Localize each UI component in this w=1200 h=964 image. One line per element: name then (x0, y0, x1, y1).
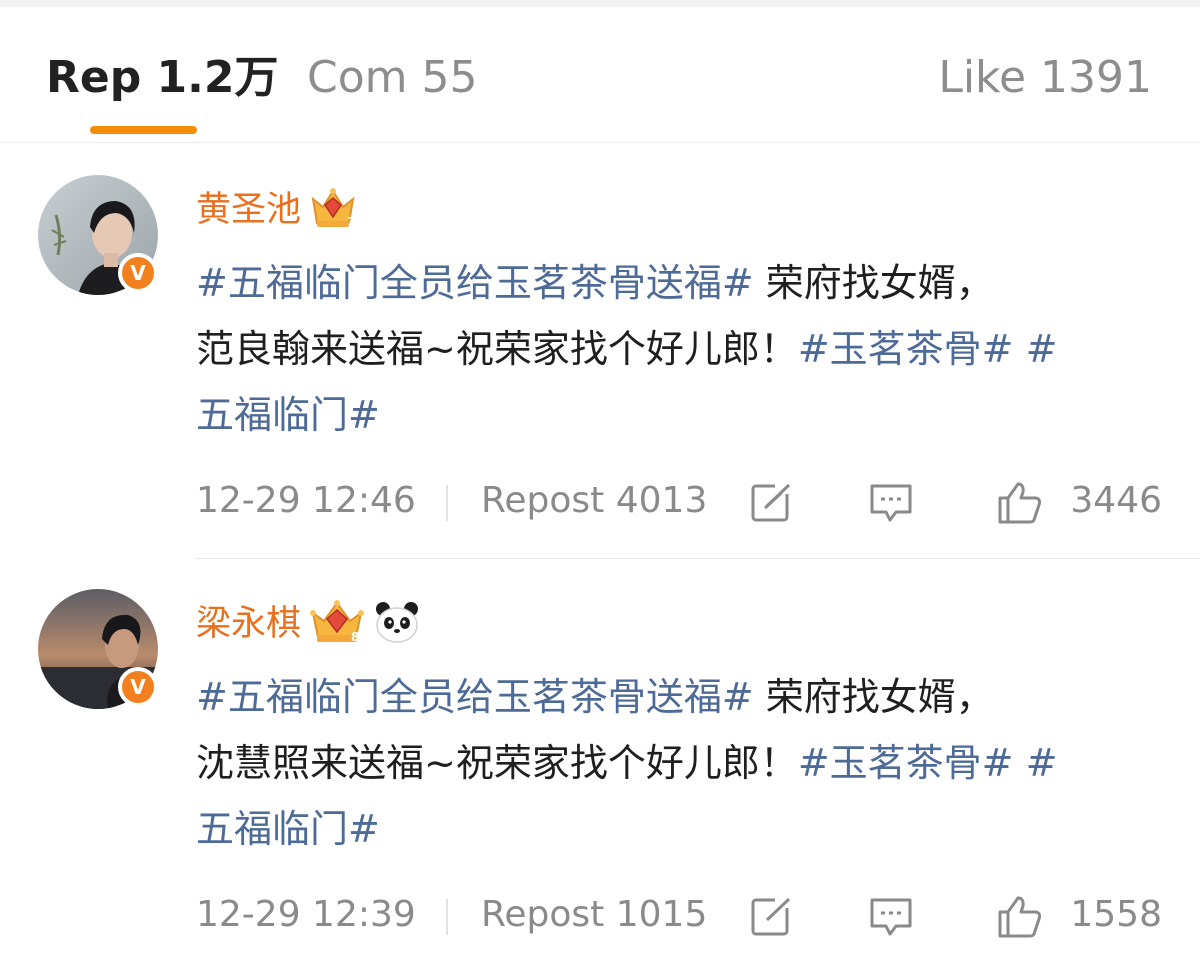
tab-comment[interactable]: Com 55 (307, 52, 477, 104)
repost-item: V 梁永棋 8 #五福临门全员给玉茗茶骨送福# 荣府找女婿， 沈慧照来送福~祝荣… (0, 559, 1200, 964)
hashtag-link[interactable]: #五福临门全员给玉茗茶骨送福# (196, 261, 754, 305)
hashtag-link[interactable]: # (1026, 741, 1058, 785)
panda-icon (373, 599, 421, 649)
crown-gem-icon: 7 (309, 185, 357, 235)
timestamp: 12-29 12:46 (196, 480, 416, 521)
svg-text:8: 8 (351, 630, 359, 644)
active-tab-indicator (90, 126, 197, 134)
post-text: 范良翰来送福~祝荣家找个好儿郎！ (196, 327, 798, 371)
repost-count[interactable]: Repost 4013 (481, 479, 707, 523)
user-row: 梁永棋 8 (196, 599, 421, 649)
timestamp: 12-29 12:39 (196, 894, 416, 935)
hashtag-link[interactable]: #玉茗茶骨# (798, 741, 1014, 785)
username[interactable]: 黄圣池 (196, 188, 301, 232)
thumbs-up-icon[interactable] (996, 894, 1042, 938)
post-meta: 12-29 12:46 Repost 4013 3446 (196, 477, 1200, 527)
username[interactable]: 梁永棋 (196, 602, 301, 646)
post-text (1014, 741, 1026, 785)
repost-count[interactable]: Repost 1015 (481, 893, 707, 937)
verified-badge: V (118, 253, 158, 293)
repost-item: V 黄圣池 7 #五福临门全员给玉茗茶骨送福# 荣府找女婿， 范良翰来送福~祝荣家… (0, 145, 1200, 558)
share-icon[interactable] (749, 894, 795, 938)
like-count: 3446 (1070, 480, 1162, 521)
tab-bar: Rep 1.2万 Com 55 Like 1391 (0, 7, 1200, 143)
hashtag-link[interactable]: #玉茗茶骨# (798, 327, 1014, 371)
tab-repost[interactable]: Rep 1.2万 (46, 52, 278, 104)
share-icon[interactable] (749, 480, 795, 524)
thumbs-up-icon[interactable] (996, 480, 1042, 524)
post-text: 荣府找女婿， (753, 675, 994, 719)
post-meta: 12-29 12:39 Repost 1015 1558 (196, 891, 1200, 941)
comment-icon[interactable] (868, 894, 914, 938)
meta-divider (446, 485, 448, 521)
hashtag-link[interactable]: #五福临门全员给玉茗茶骨送福# (196, 675, 754, 719)
like-count: 1558 (1070, 894, 1162, 935)
comment-icon[interactable] (868, 480, 914, 524)
svg-text:7: 7 (347, 215, 355, 228)
verified-badge: V (118, 667, 158, 707)
avatar[interactable]: V (38, 175, 158, 295)
hashtag-link[interactable]: 五福临门# (196, 807, 380, 851)
hashtag-link[interactable]: # (1026, 327, 1058, 371)
post-content: #五福临门全员给玉茗茶骨送福# 荣府找女婿， 范良翰来送福~祝荣家找个好儿郎！#玉… (196, 250, 1156, 448)
crown-gem-icon: 8 (309, 599, 365, 649)
avatar[interactable]: V (38, 589, 158, 709)
post-content: #五福临门全员给玉茗茶骨送福# 荣府找女婿， 沈慧照来送福~祝荣家找个好儿郎！#玉… (196, 664, 1156, 862)
hashtag-link[interactable]: 五福临门# (196, 393, 380, 437)
tab-like[interactable]: Like 1391 (938, 52, 1152, 104)
user-row: 黄圣池 7 (196, 185, 357, 235)
meta-divider (446, 899, 448, 935)
top-strip (0, 0, 1200, 7)
post-text: 沈慧照来送福~祝荣家找个好儿郎！ (196, 741, 798, 785)
post-text: 荣府找女婿， (753, 261, 994, 305)
post-text (1014, 327, 1026, 371)
